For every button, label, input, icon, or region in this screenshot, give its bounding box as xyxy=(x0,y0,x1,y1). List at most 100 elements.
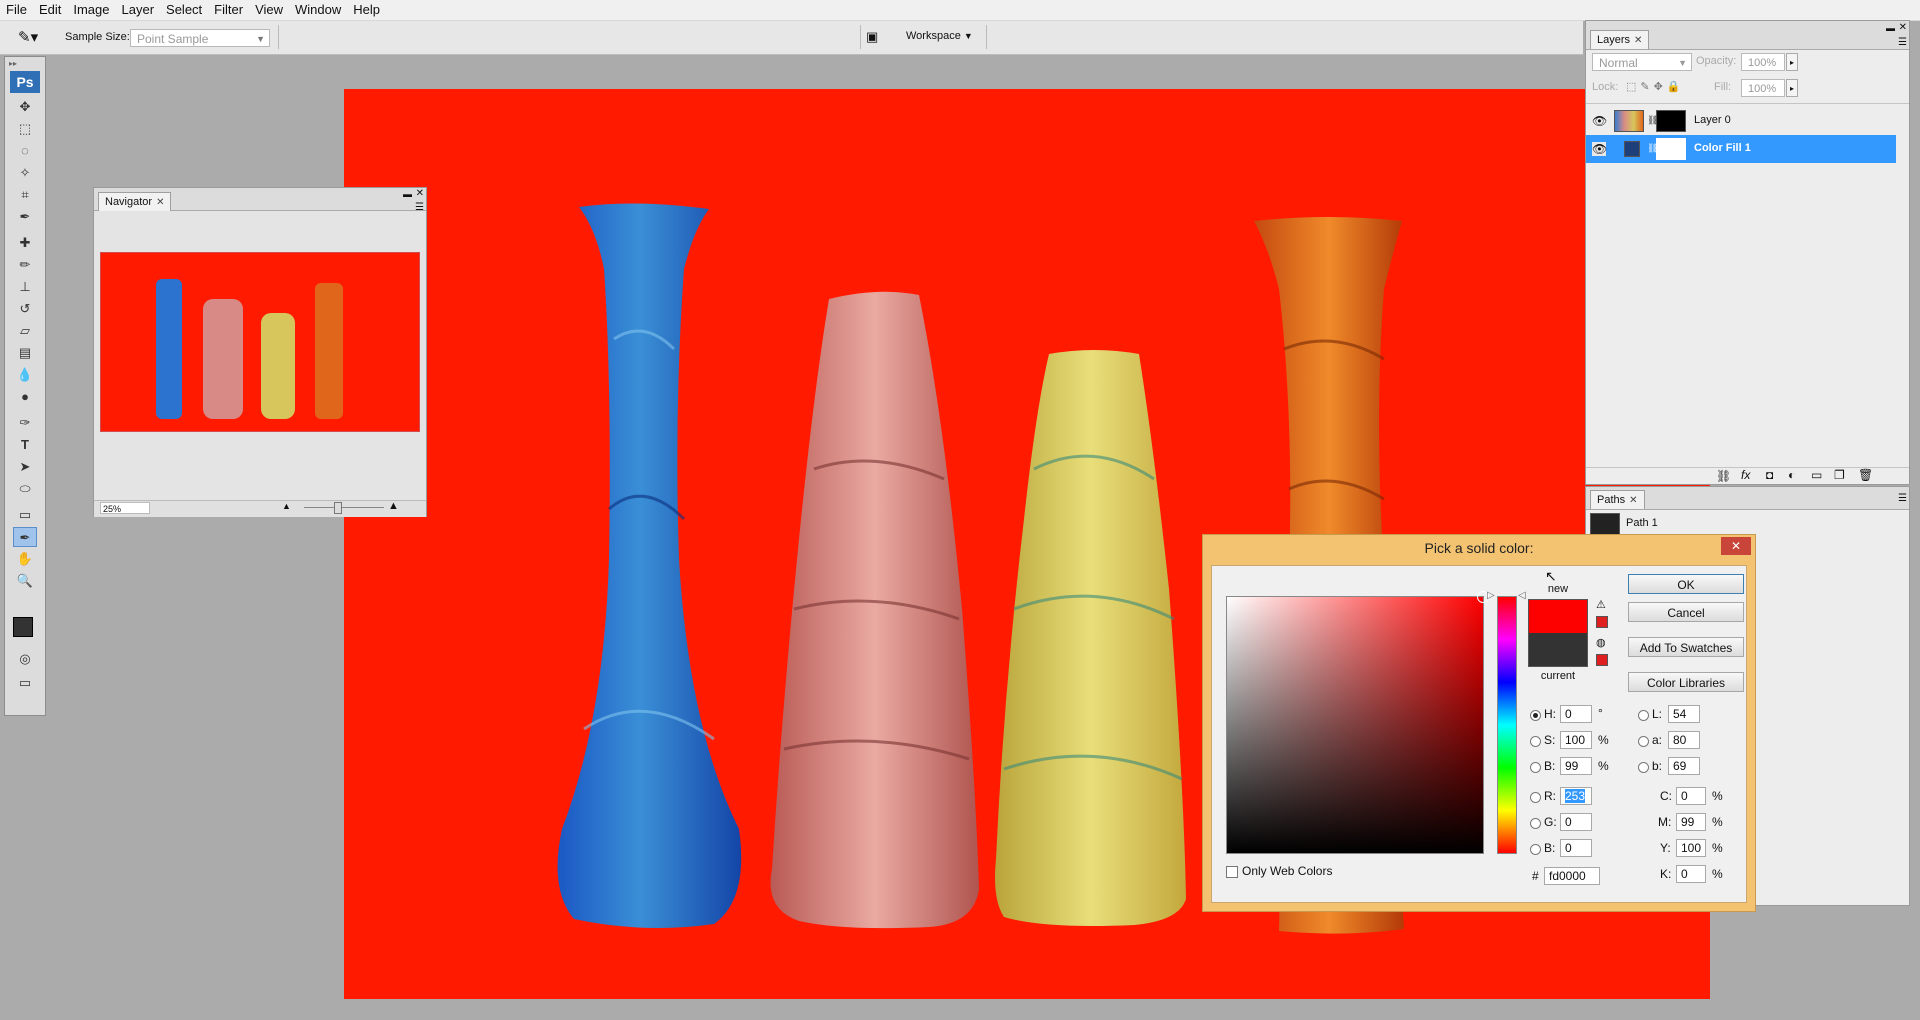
foreground-color-swatch[interactable] xyxy=(13,617,33,637)
magic-wand-tool-icon[interactable]: ✧ xyxy=(13,163,37,183)
opacity-field[interactable]: 100% xyxy=(1741,53,1785,71)
healing-brush-tool-icon[interactable]: ✚ xyxy=(13,233,37,253)
zoom-in-icon[interactable]: ▲ xyxy=(388,500,399,512)
menu-help[interactable]: Help xyxy=(347,0,386,18)
m-field[interactable]: 99 xyxy=(1676,813,1706,831)
menu-window[interactable]: Window xyxy=(289,0,347,18)
lock-icons[interactable]: ⬚✎✥🔒 xyxy=(1626,80,1685,93)
l-field[interactable]: 54 xyxy=(1668,705,1700,723)
quick-mask-icon[interactable]: ◎ xyxy=(13,649,37,669)
y-field[interactable]: 100 xyxy=(1676,839,1706,857)
navigator-thumbnail[interactable] xyxy=(100,252,420,432)
type-tool-icon[interactable]: T xyxy=(13,435,37,455)
h-field[interactable]: 0 xyxy=(1560,705,1592,723)
tab-layers[interactable]: Layers ✕ xyxy=(1590,30,1650,49)
h-radio[interactable] xyxy=(1530,709,1541,723)
screen-mode-icon[interactable]: ▭ xyxy=(13,673,37,693)
zoom-field[interactable]: 25% xyxy=(100,502,150,514)
delete-layer-icon[interactable]: 🗑 xyxy=(1858,468,1873,482)
close-icon[interactable]: ✕ xyxy=(416,188,424,199)
pen-tool-icon[interactable]: ✑ xyxy=(13,413,37,433)
zoom-out-icon[interactable]: ▲ xyxy=(282,501,291,511)
lab-b-radio[interactable] xyxy=(1638,761,1649,775)
b-field[interactable]: 99 xyxy=(1560,757,1592,775)
crop-tool-icon[interactable]: ⌗ xyxy=(13,185,37,205)
path-selection-tool-icon[interactable]: ➤ xyxy=(13,457,37,477)
s-field[interactable]: 100 xyxy=(1560,731,1592,749)
zoom-slider-handle[interactable] xyxy=(334,502,342,514)
eraser-tool-icon[interactable]: ▱ xyxy=(13,321,37,341)
panel-menu-icon[interactable]: ☰ xyxy=(1898,493,1907,504)
color-field[interactable] xyxy=(1226,591,1489,854)
gradient-tool-icon[interactable]: ▤ xyxy=(13,343,37,363)
hue-slider-handle-icon[interactable]: ▷ xyxy=(1487,590,1495,601)
hue-slider-handle-icon[interactable]: ◁ xyxy=(1518,590,1526,601)
lab-b-field[interactable]: 69 xyxy=(1668,757,1700,775)
fill-field[interactable]: 100% xyxy=(1741,79,1785,97)
close-icon[interactable]: ✕ xyxy=(1899,22,1907,33)
minimize-icon[interactable]: ▬ xyxy=(1886,23,1895,33)
tab-navigator[interactable]: Navigator ✕ xyxy=(98,192,172,211)
menu-edit[interactable]: Edit xyxy=(33,0,67,18)
zoom-tool-icon[interactable]: 🔍 xyxy=(13,571,37,591)
current-color-swatch[interactable] xyxy=(1528,633,1588,667)
panel-menu-icon[interactable]: ☰ xyxy=(415,202,424,213)
lasso-tool-icon[interactable]: ◌ xyxy=(13,141,37,161)
fill-arrow-icon[interactable]: ▸ xyxy=(1786,79,1798,97)
blue-field[interactable]: 0 xyxy=(1560,839,1592,857)
gamut-color-swatch[interactable] xyxy=(1596,616,1608,628)
close-icon[interactable]: ✕ xyxy=(1634,35,1642,46)
workspace-menu[interactable]: Workspace ▼ xyxy=(906,30,973,42)
blue-radio[interactable] xyxy=(1530,843,1541,857)
eyedropper-tool-icon[interactable]: ✒ xyxy=(13,207,37,227)
cancel-button[interactable]: Cancel xyxy=(1628,602,1744,622)
g-radio[interactable] xyxy=(1530,817,1541,831)
panel-menu-icon[interactable]: ☰ xyxy=(1898,37,1907,48)
k-field[interactable]: 0 xyxy=(1676,865,1706,883)
eyedropper-active-icon[interactable]: ✒ xyxy=(13,527,37,547)
new-layer-icon[interactable]: ❐ xyxy=(1834,468,1845,482)
close-icon[interactable]: ✕ xyxy=(1629,495,1637,506)
a-field[interactable]: 80 xyxy=(1668,731,1700,749)
close-icon[interactable]: ✕ xyxy=(156,197,164,208)
menu-layer[interactable]: Layer xyxy=(116,0,161,18)
layer-row-layer-0[interactable]: 👁 ⛓ Layer 0 xyxy=(1586,107,1896,135)
toolbox-grip[interactable]: ▸▸ xyxy=(9,59,41,68)
menu-file[interactable]: File xyxy=(0,0,33,18)
menu-filter[interactable]: Filter xyxy=(208,0,249,18)
shape-tool-icon[interactable]: ⬭ xyxy=(13,479,37,499)
new-group-icon[interactable]: ▭ xyxy=(1811,468,1822,482)
marquee-tool-icon[interactable]: ⬚ xyxy=(13,119,37,139)
menu-select[interactable]: Select xyxy=(160,0,208,18)
file-browser-icon[interactable]: ▣ xyxy=(866,29,878,45)
l-radio[interactable] xyxy=(1638,709,1649,723)
web-safe-warning-icon[interactable]: ◍ xyxy=(1596,636,1606,649)
move-tool-icon[interactable]: ✥ xyxy=(13,97,37,117)
add-mask-icon[interactable]: ◘ xyxy=(1766,468,1773,482)
layer-row-color-fill-1[interactable]: 👁 ⛓ Color Fill 1 xyxy=(1586,135,1896,163)
visibility-eye-icon[interactable]: 👁 xyxy=(1592,142,1607,156)
minimize-icon[interactable]: ▬ xyxy=(403,189,412,199)
blend-mode-select[interactable]: Normal ▼ xyxy=(1592,53,1692,71)
hue-slider[interactable] xyxy=(1497,596,1517,854)
r-radio[interactable] xyxy=(1530,791,1541,805)
brush-tool-icon[interactable]: ✏ xyxy=(13,255,37,275)
g-field[interactable]: 0 xyxy=(1560,813,1592,831)
adjustment-layer-icon[interactable]: ◐ xyxy=(1788,468,1795,482)
color-libraries-button[interactable]: Color Libraries xyxy=(1628,672,1744,692)
zoom-slider[interactable] xyxy=(304,507,384,508)
s-radio[interactable] xyxy=(1530,735,1541,749)
clone-stamp-tool-icon[interactable]: ⊥ xyxy=(13,277,37,297)
r-field[interactable]: 253 xyxy=(1560,787,1592,805)
hand-tool-icon[interactable]: ✋ xyxy=(13,549,37,569)
b-radio[interactable] xyxy=(1530,761,1541,775)
visibility-eye-icon[interactable]: 👁 xyxy=(1592,114,1607,128)
menu-view[interactable]: View xyxy=(249,0,289,18)
opacity-arrow-icon[interactable]: ▸ xyxy=(1786,53,1798,71)
history-brush-tool-icon[interactable]: ↺ xyxy=(13,299,37,319)
close-button[interactable]: ✕ xyxy=(1721,537,1751,555)
add-to-swatches-button[interactable]: Add To Swatches xyxy=(1628,637,1744,657)
notes-tool-icon[interactable]: ▭ xyxy=(13,505,37,525)
dodge-tool-icon[interactable]: ● xyxy=(13,387,37,407)
only-web-colors-checkbox[interactable] xyxy=(1226,866,1238,878)
